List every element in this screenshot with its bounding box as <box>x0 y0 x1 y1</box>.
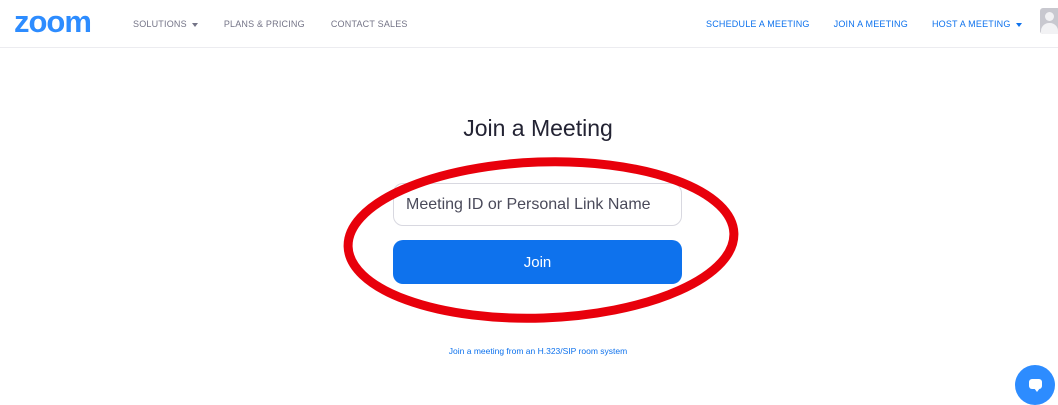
nav-host-meeting-label: HOST A MEETING <box>931 19 1011 29</box>
nav-solutions[interactable]: SOLUTIONS <box>133 18 198 30</box>
nav-right-group: SCHEDULE A MEETING JOIN A MEETING HOST A… <box>706 18 1046 30</box>
user-avatar-icon[interactable] <box>1040 8 1058 34</box>
nav-left-group: SOLUTIONS PLANS & PRICING CONTACT SALES <box>133 18 434 30</box>
page-title: Join a Meeting <box>463 115 613 141</box>
top-navigation-bar: zoom SOLUTIONS PLANS & PRICING CONTACT S… <box>0 0 1058 48</box>
meeting-id-input[interactable] <box>393 183 682 226</box>
chat-bubble-tail <box>1034 388 1040 392</box>
join-button[interactable]: Join <box>393 240 682 284</box>
nav-plans-pricing[interactable]: PLANS & PRICING <box>224 18 305 30</box>
zoom-logo[interactable]: zoom <box>14 5 92 39</box>
nav-join-meeting[interactable]: JOIN A MEETING <box>834 18 908 30</box>
avatar-body-shape <box>1041 23 1058 34</box>
join-meeting-page: zoom SOLUTIONS PLANS & PRICING CONTACT S… <box>0 0 1058 405</box>
chevron-down-icon <box>191 22 198 27</box>
sip-room-system-link[interactable]: Join a meeting from an H.323/SIP room sy… <box>0 345 1058 357</box>
nav-schedule-meeting[interactable]: SCHEDULE A MEETING <box>706 18 810 30</box>
chevron-down-icon <box>1015 22 1022 27</box>
chat-button[interactable] <box>1015 365 1055 405</box>
avatar-head-shape <box>1045 12 1054 21</box>
nav-contact-sales[interactable]: CONTACT SALES <box>331 18 408 30</box>
nav-host-meeting[interactable]: HOST A MEETING <box>932 18 1022 30</box>
nav-solutions-label: SOLUTIONS <box>133 19 187 29</box>
